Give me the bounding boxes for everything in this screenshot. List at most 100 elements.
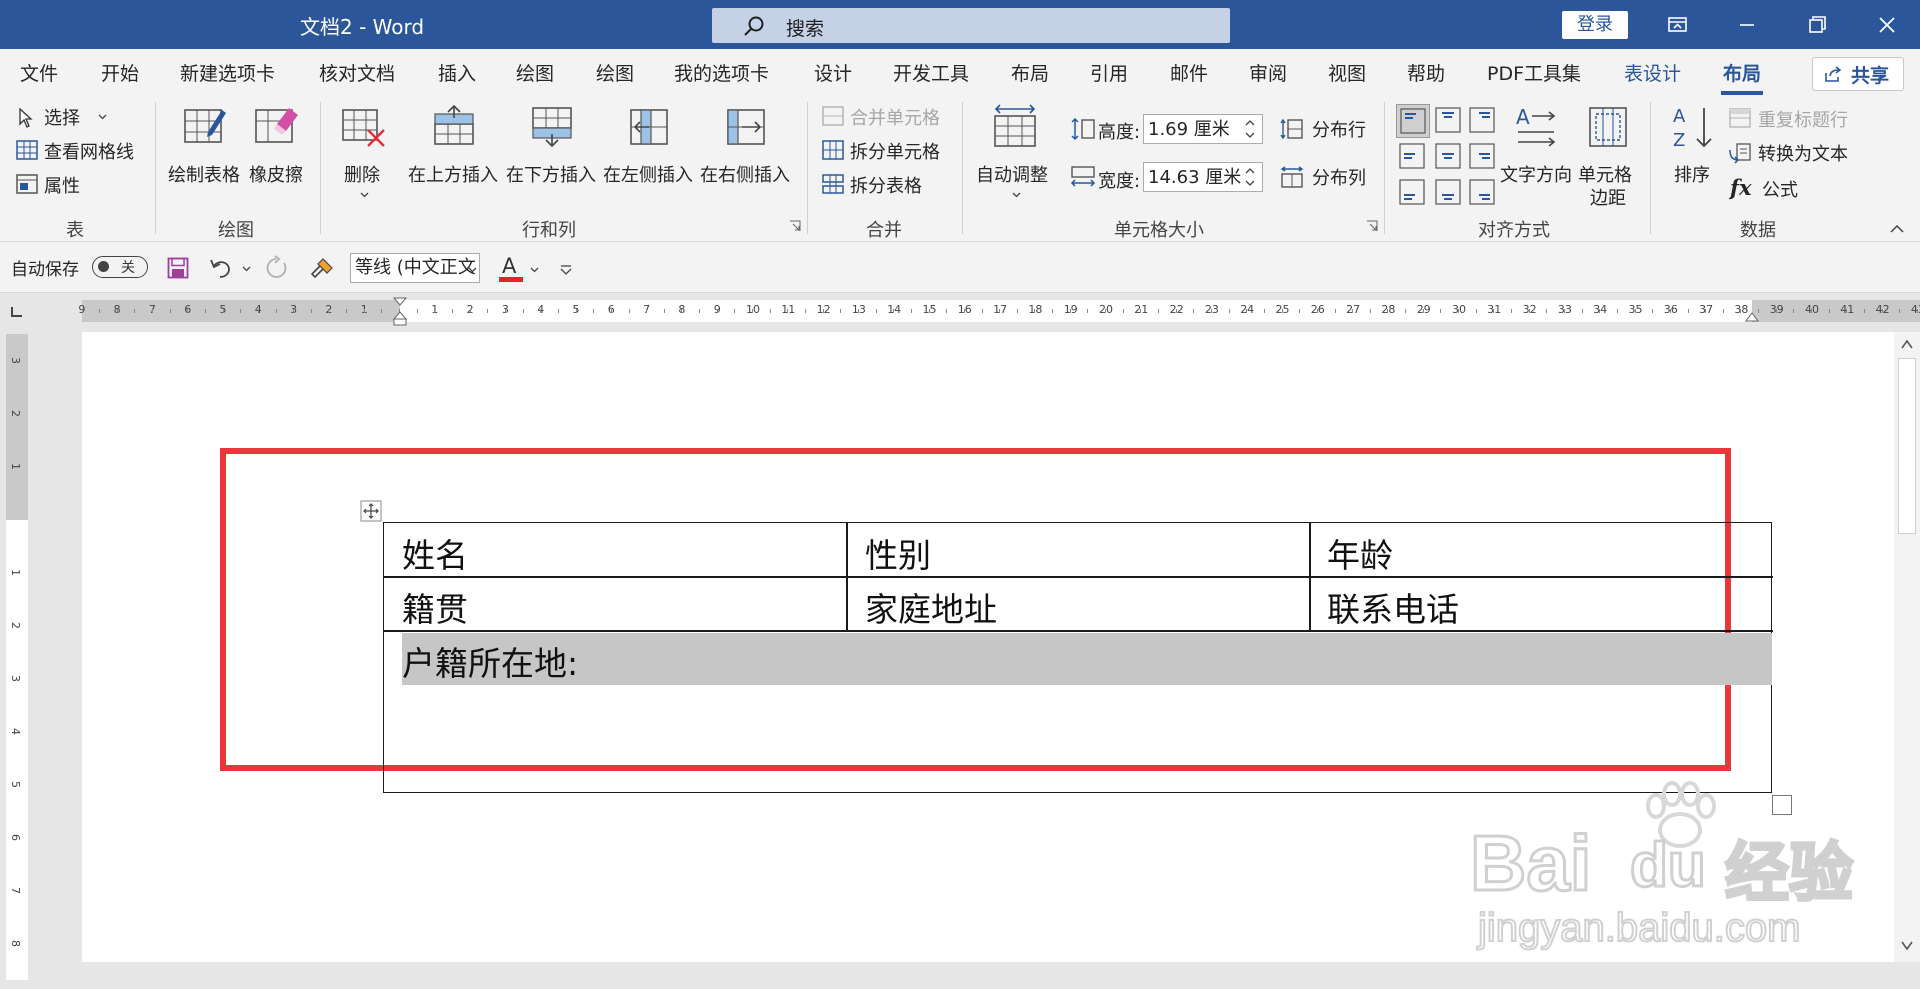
tab-design[interactable]: 设计: [814, 59, 852, 86]
tab-layout-page[interactable]: 布局: [1011, 59, 1049, 86]
align-middle-left-button[interactable]: [1396, 140, 1428, 172]
insert-right-button[interactable]: 在右侧插入: [700, 104, 792, 204]
right-indent-marker-icon[interactable]: [1744, 308, 1760, 322]
tab-table-layout[interactable]: 布局: [1723, 59, 1761, 86]
ruler-tick: [593, 309, 595, 313]
share-button[interactable]: 共享: [1812, 57, 1904, 91]
row-height-icon: [1071, 117, 1095, 141]
split-table-button[interactable]: 拆分表格: [822, 172, 952, 198]
delete-button[interactable]: 删除: [338, 104, 390, 214]
chevron-down-icon[interactable]: [468, 267, 477, 273]
ruler-tick: [663, 309, 665, 313]
ribbon-tab-bar: 文件 开始 新建选项卡 核对文档 插入 绘图 绘图 我的选项卡 设计 开发工具 …: [0, 49, 1920, 96]
draw-table-button[interactable]: 绘制表格: [168, 104, 242, 204]
tab-pdf-tools[interactable]: PDF工具集: [1487, 59, 1581, 86]
cell-margins-button[interactable]: 单元格 边距: [1578, 104, 1638, 216]
eraser-button[interactable]: 橡皮擦: [247, 104, 307, 204]
tab-draw-2[interactable]: 绘图: [596, 59, 634, 86]
distribute-columns-icon: [1280, 166, 1304, 188]
dialog-launcher-icon[interactable]: [789, 220, 801, 232]
customize-toolbar-icon[interactable]: [560, 264, 572, 276]
distribute-rows-button[interactable]: 分布行: [1280, 116, 1372, 144]
font-family-select[interactable]: 等线 (中文正文: [350, 253, 480, 283]
view-gridlines-button[interactable]: 查看网格线: [14, 138, 154, 164]
horizontal-ruler[interactable]: 9876543211234567891011121314151617181920…: [78, 297, 1920, 326]
font-color-icon[interactable]: A: [498, 253, 524, 283]
close-button[interactable]: [1862, 8, 1912, 42]
tab-draw-1[interactable]: 绘图: [516, 59, 554, 86]
align-top-left-button[interactable]: [1396, 104, 1430, 138]
tab-file[interactable]: 文件: [20, 59, 58, 86]
insert-below-button[interactable]: 在下方插入: [506, 104, 598, 204]
tab-selector[interactable]: [0, 298, 34, 324]
restore-button[interactable]: [1792, 8, 1842, 42]
convert-to-text-button[interactable]: 转换为文本: [1728, 140, 1878, 166]
tab-view[interactable]: 视图: [1328, 59, 1366, 86]
align-top-right-button[interactable]: [1466, 104, 1498, 136]
tab-mailings[interactable]: 邮件: [1170, 59, 1208, 86]
align-top-center-button[interactable]: [1432, 104, 1464, 136]
tab-new-tab[interactable]: 新建选项卡: [180, 59, 275, 86]
align-middle-right-button[interactable]: [1466, 140, 1498, 172]
select-button[interactable]: 选择: [14, 104, 144, 130]
table-move-handle-icon[interactable]: [360, 500, 382, 522]
minimize-button[interactable]: [1722, 8, 1772, 42]
properties-button[interactable]: 属性: [14, 172, 114, 198]
scrollbar-thumb[interactable]: [1898, 358, 1916, 534]
align-bottom-right-button[interactable]: [1466, 176, 1498, 208]
table-cell-age[interactable]: 年龄: [1327, 529, 1393, 577]
tab-review-doc[interactable]: 核对文档: [319, 59, 395, 86]
split-cells-button[interactable]: 拆分单元格: [822, 138, 952, 164]
tab-help[interactable]: 帮助: [1407, 59, 1445, 86]
tab-insert[interactable]: 插入: [438, 59, 476, 86]
spin-up-down-icon[interactable]: [1244, 118, 1256, 140]
table-cell-native-place[interactable]: 籍贯: [402, 583, 468, 631]
align-middle-center-button[interactable]: [1432, 140, 1464, 172]
tab-references[interactable]: 引用: [1090, 59, 1128, 86]
scroll-up-icon[interactable]: [1900, 338, 1914, 350]
tab-developer[interactable]: 开发工具: [893, 59, 969, 86]
row-height-input[interactable]: 1.69 厘米: [1143, 114, 1263, 144]
spin-up-down-icon[interactable]: [1244, 166, 1256, 188]
insert-above-button[interactable]: 在上方插入: [408, 104, 500, 204]
chevron-down-icon[interactable]: [242, 266, 251, 272]
height-label: 高度:: [1098, 122, 1141, 143]
tab-review[interactable]: 审阅: [1249, 59, 1287, 86]
chevron-down-icon[interactable]: [530, 267, 539, 273]
table-cell-home-address[interactable]: 家庭地址: [865, 583, 997, 631]
align-bottom-left-button[interactable]: [1396, 176, 1428, 208]
scroll-down-icon[interactable]: [1900, 940, 1914, 952]
table-resize-handle[interactable]: [1772, 795, 1792, 815]
save-icon[interactable]: [167, 257, 189, 279]
tab-home[interactable]: 开始: [101, 59, 139, 86]
table-cell-phone[interactable]: 联系电话: [1327, 583, 1459, 631]
align-bottom-center-button[interactable]: [1432, 176, 1464, 208]
autosave-toggle[interactable]: 关: [92, 256, 148, 278]
text-direction-button[interactable]: A 文字方向: [1500, 104, 1574, 204]
login-button[interactable]: 登录: [1562, 11, 1628, 39]
sort-button[interactable]: AZ 排序: [1668, 104, 1720, 204]
ruler-tick: [734, 309, 736, 313]
table-cell-merged-residence[interactable]: 户籍所在地:: [402, 637, 578, 685]
ruler-tick: [1158, 309, 1159, 313]
column-width-input[interactable]: 14.63 厘米: [1143, 162, 1263, 192]
formula-button[interactable]: fx 公式: [1728, 175, 1828, 202]
indent-marker-icon[interactable]: [392, 297, 408, 327]
search-input[interactable]: 搜索: [712, 8, 1230, 43]
format-painter-icon[interactable]: [309, 256, 335, 280]
autofit-button[interactable]: 自动调整: [974, 104, 1058, 214]
vertical-scrollbar[interactable]: [1894, 332, 1920, 962]
document-table[interactable]: 姓名 性别 年龄 籍贯 家庭地址 联系电话 户籍所在地:: [383, 522, 1773, 793]
insert-left-button[interactable]: 在左侧插入: [603, 104, 695, 204]
vertical-ruler[interactable]: 3 2 1 1 2 3 4 5 6 7 8: [0, 322, 34, 982]
align-bottom-right-icon: [1469, 179, 1495, 205]
table-cell-name[interactable]: 姓名: [402, 529, 468, 577]
ribbon-display-options-button[interactable]: [1652, 8, 1702, 42]
collapse-ribbon-icon[interactable]: [1890, 224, 1904, 233]
tab-table-design[interactable]: 表设计: [1624, 59, 1681, 86]
undo-icon[interactable]: [208, 256, 234, 280]
table-cell-gender[interactable]: 性别: [865, 529, 931, 577]
dialog-launcher-icon[interactable]: [1366, 220, 1378, 232]
distribute-columns-button[interactable]: 分布列: [1280, 164, 1372, 192]
tab-my-tab[interactable]: 我的选项卡: [674, 59, 769, 86]
